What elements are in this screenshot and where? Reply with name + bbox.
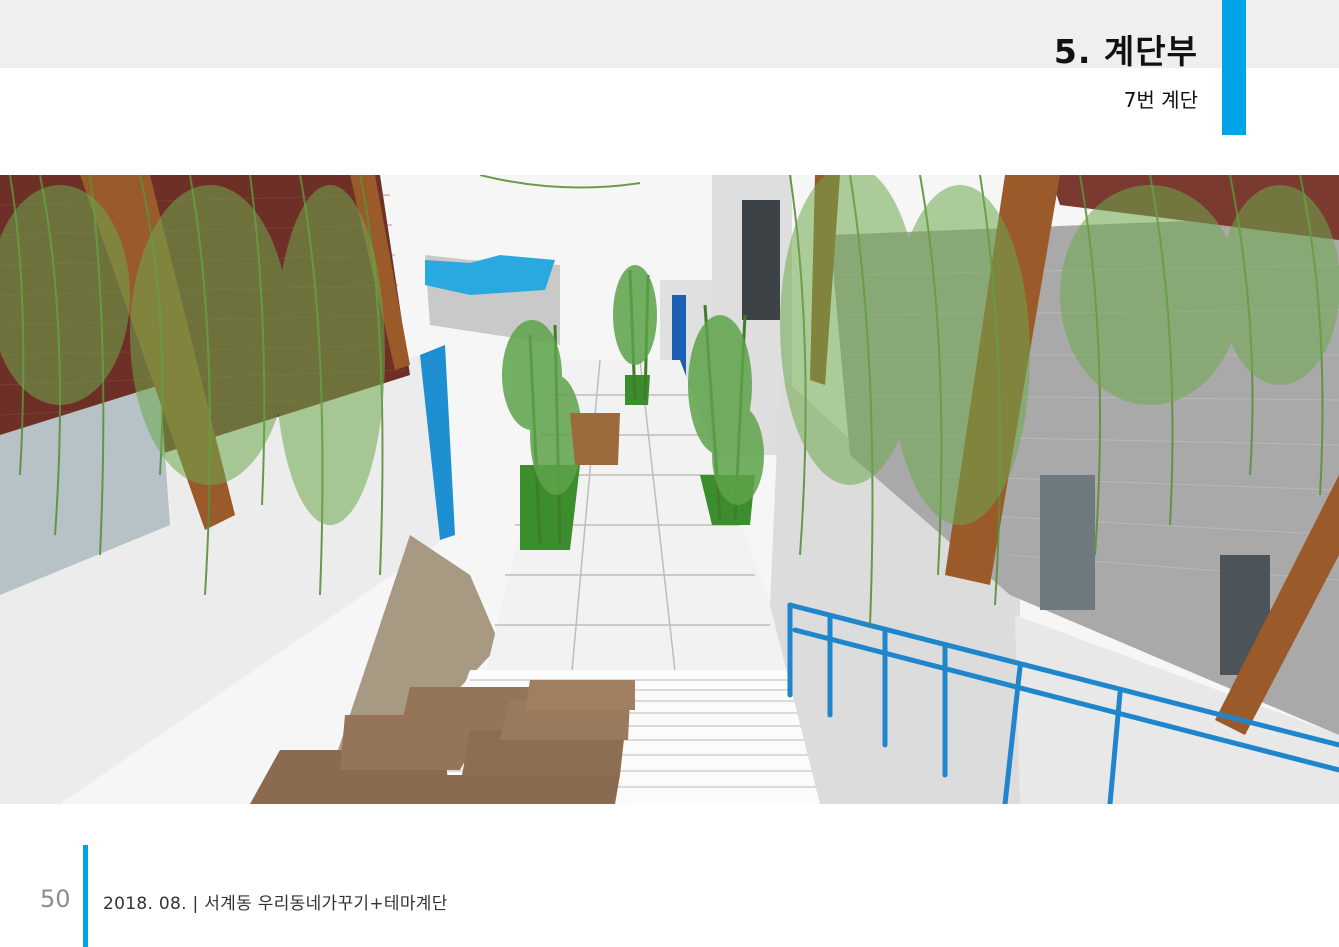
stair-rendering-image	[0, 175, 1339, 804]
stair-rendering-illustration	[0, 175, 1339, 804]
header-accent-bar	[1222, 0, 1246, 135]
footer-text: 2018. 08. | 서계동 우리동네가꾸기+테마계단	[103, 894, 448, 914]
section-subtitle: 7번 계단	[1123, 88, 1198, 112]
page-number: 50	[40, 885, 71, 913]
footer-accent-bar	[83, 845, 88, 947]
section-title: 5. 계단부	[1053, 32, 1198, 71]
